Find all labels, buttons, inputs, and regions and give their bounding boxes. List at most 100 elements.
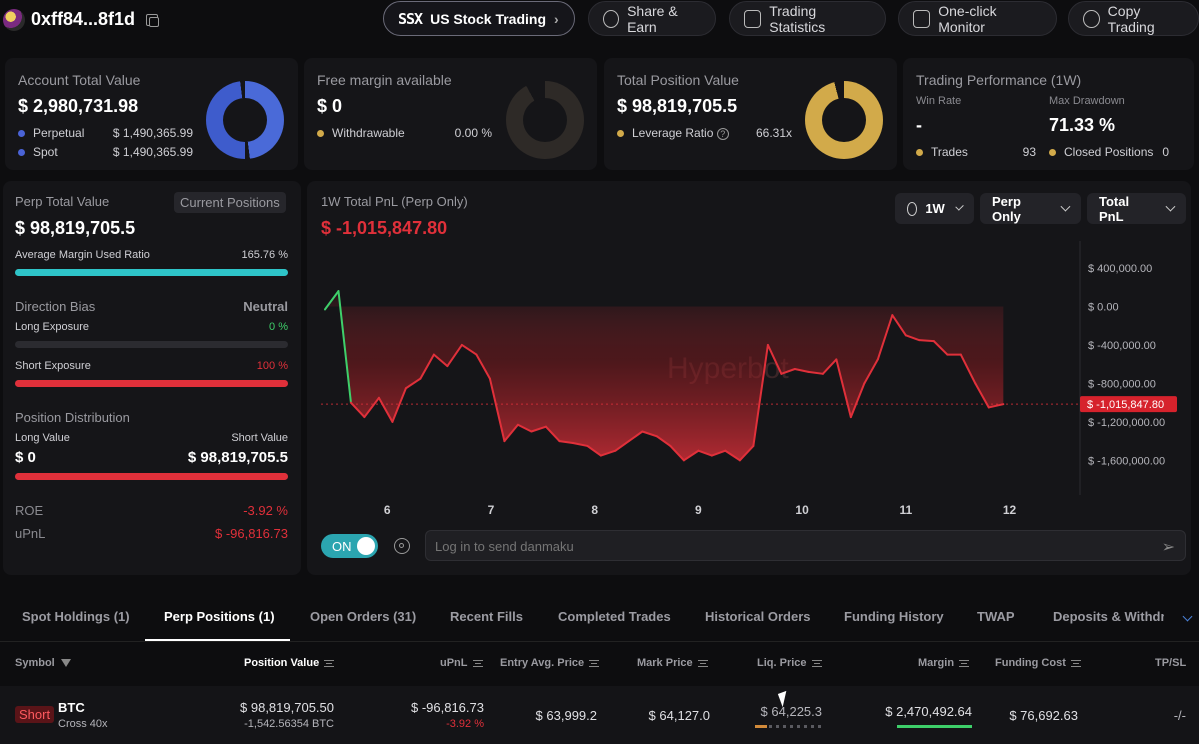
direction-bias-label: Direction Bias — [15, 299, 96, 314]
th-symbol-label: Symbol — [15, 657, 55, 669]
tab-recent-fills[interactable]: Recent Fills — [450, 609, 523, 624]
entry-price-cell: $ 63,999.2 — [535, 708, 597, 723]
th-symbol[interactable]: Symbol — [15, 657, 71, 669]
leverage-label: Leverage Ratio — [632, 126, 714, 140]
current-positions-button[interactable]: Current Positions — [174, 192, 286, 213]
leverage-dot-icon — [617, 130, 624, 138]
long-exposure-bar — [15, 341, 288, 348]
toggle-label: ON — [332, 539, 352, 554]
symbol-name[interactable]: BTC — [58, 700, 85, 715]
margin-title: Free margin available — [317, 72, 452, 88]
upnl-pct-cell: -3.92 % — [446, 718, 484, 730]
current-value-label: $ -1,015,847.80 — [1087, 399, 1164, 411]
distribution-bar-fill — [15, 473, 288, 480]
th-entry[interactable]: Entry Avg. Price — [500, 657, 600, 669]
margin-value: $ 0 — [317, 96, 343, 116]
us-stock-trading-button[interactable]: SSX US Stock Trading › — [383, 1, 575, 36]
th-funding[interactable]: Funding Cost — [995, 657, 1081, 669]
avg-margin-bar-fill — [15, 269, 288, 276]
copy-icon[interactable] — [146, 14, 159, 27]
tab-perp-positions[interactable]: Perp Positions (1) — [164, 609, 275, 624]
account-total-card: Account Total Value $ 2,980,731.98 Perpe… — [5, 58, 298, 170]
sort-icon — [959, 659, 970, 667]
max-drawdown-label: Max Drawdown — [1049, 95, 1125, 107]
th-liq[interactable]: Liq. Price — [757, 657, 822, 669]
tab-spot-holdings[interactable]: Spot Holdings (1) — [22, 609, 130, 624]
distribution-values-row: $ 0 $ 98,819,705.5 — [15, 449, 288, 466]
sort-icon — [589, 659, 600, 667]
th-position-value[interactable]: Position Value — [244, 657, 335, 669]
th-entry-label: Entry Avg. Price — [500, 657, 585, 669]
top-bar: 0xff84...8f1d SSX US Stock Trading › Sha… — [0, 0, 1199, 44]
th-upnl[interactable]: uPnL — [440, 657, 483, 669]
share-earn-button[interactable]: Share & Earn — [588, 1, 716, 36]
sort-icon — [811, 659, 822, 667]
danmaku-toggle[interactable]: ON — [321, 534, 378, 558]
x-tick-label: 12 — [1003, 503, 1017, 517]
stats-label: Trading Statistics — [769, 2, 826, 35]
roe-value: -3.92 % — [243, 503, 288, 518]
y-tick-label: $ 0.00 — [1088, 302, 1119, 314]
perpetual-row: Perpetual $ 1,490,365.99 — [18, 126, 193, 140]
pnl-area — [325, 291, 1004, 461]
pnl-chart: Hyperbot $ 400,000.00$ 0.00$ -400,000.00… — [321, 241, 1177, 517]
side-badge: Short — [15, 706, 55, 723]
tab-open-orders[interactable]: Open Orders (31) — [310, 609, 416, 624]
sort-icon — [1070, 659, 1081, 667]
distribution-labels-row: Long Value Short Value — [15, 432, 288, 444]
send-icon[interactable]: ➢ — [1162, 537, 1175, 557]
margin-cell: $ 2,470,492.64 — [885, 704, 972, 719]
tabs-more-button[interactable] — [1172, 604, 1198, 634]
share-icon — [603, 9, 620, 28]
perpetual-label: Perpetual — [33, 126, 85, 140]
performance-title: Trading Performance (1W) — [916, 72, 1082, 88]
roe-label: ROE — [15, 503, 44, 518]
filter-icon[interactable] — [60, 659, 71, 668]
share-label: Share & Earn — [627, 2, 678, 35]
settings-icon[interactable] — [394, 538, 410, 554]
tab-deposits-withdrawals[interactable]: Deposits & Withdra — [1053, 609, 1164, 624]
x-tick-label: 11 — [899, 503, 912, 517]
y-tick-label: $ 400,000.00 — [1088, 263, 1152, 275]
tpsl-cell[interactable]: -/- — [1150, 708, 1186, 723]
th-mark[interactable]: Mark Price — [637, 657, 708, 669]
th-margin-label: Margin — [918, 657, 955, 669]
long-exposure-label: Long Exposure — [15, 321, 89, 333]
info-icon[interactable]: ? — [716, 128, 729, 140]
roe-row: ROE -3.92 % — [15, 503, 288, 518]
closed-dot-icon — [1049, 149, 1056, 157]
th-margin[interactable]: Margin — [918, 657, 970, 669]
trading-statistics-button[interactable]: Trading Statistics — [729, 1, 886, 36]
short-exposure-row: Short Exposure 100 % — [15, 360, 288, 372]
spot-value: $ 1,490,365.99 — [112, 145, 193, 159]
avg-margin-bar — [15, 269, 288, 276]
closed-label: Closed Positions — [1064, 145, 1154, 159]
tab-twap[interactable]: TWAP — [977, 609, 1015, 624]
tab-completed-trades[interactable]: Completed Trades — [558, 609, 671, 624]
active-tab-underline — [145, 639, 290, 641]
closed-value: 0 — [1162, 145, 1169, 159]
th-funding-label: Funding Cost — [995, 657, 1066, 669]
withdrawable-row: Withdrawable 0.00 % — [317, 126, 492, 140]
tab-historical-orders[interactable]: Historical Orders — [705, 609, 811, 624]
th-upnl-label: uPnL — [440, 657, 468, 669]
us-stock-label: US Stock Trading — [430, 10, 547, 27]
table-row[interactable]: Short BTC Cross 40x $ 98,819,705.50 -1,5… — [0, 686, 1199, 744]
spot-label: Spot — [33, 145, 58, 159]
copy-trading-button[interactable]: Copy Trading — [1068, 1, 1199, 36]
short-exposure-bar — [15, 380, 288, 387]
danmaku-input[interactable] — [435, 537, 1135, 555]
long-exposure-row: Long Exposure 0 % — [15, 321, 288, 333]
one-click-monitor-button[interactable]: One-click Monitor — [898, 1, 1057, 36]
position-value-cell: $ 98,819,705.50 — [240, 700, 334, 715]
ssx-logo-icon: SSX — [398, 9, 423, 28]
upnl-row: uPnL $ -96,816.73 — [15, 526, 288, 541]
pnl-chart-panel: 1W Total PnL (Perp Only) $ -1,015,847.80… — [307, 181, 1191, 575]
short-exposure-label: Short Exposure — [15, 360, 91, 372]
cross-leverage: Cross 40x — [58, 718, 108, 730]
win-rate-value: - — [916, 115, 922, 135]
max-drawdown-value: 71.33 % — [1049, 115, 1116, 135]
copy-trading-label: Copy Trading — [1107, 2, 1155, 35]
tab-funding-history[interactable]: Funding History — [844, 609, 944, 624]
pnl-line-segment — [918, 339, 935, 343]
